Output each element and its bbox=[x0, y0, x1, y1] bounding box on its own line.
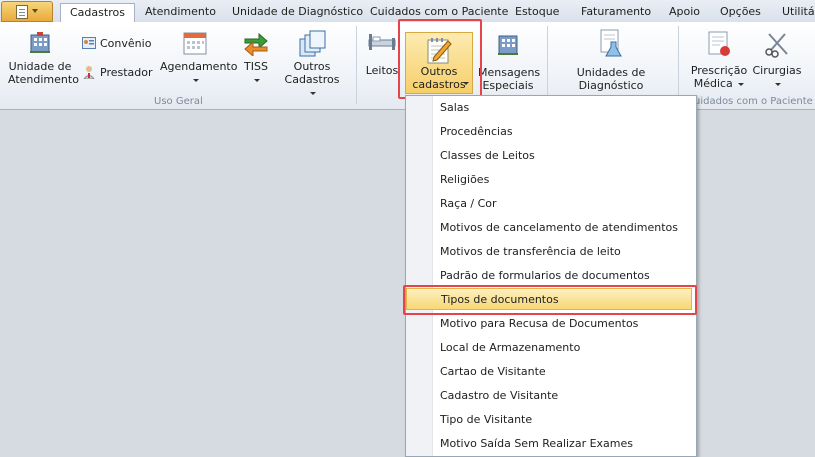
bed-icon bbox=[368, 34, 396, 50]
tab-faturamento[interactable]: Faturamento bbox=[581, 3, 651, 21]
tab-apoio[interactable]: Apoio bbox=[669, 3, 700, 21]
tiss-label: TISS bbox=[244, 60, 268, 73]
menu-item-classes-leitos[interactable]: Classes de Leitos bbox=[440, 145, 535, 167]
tab-cadastros[interactable]: Cadastros bbox=[60, 3, 135, 23]
unidades-diagnostico-label-1: Unidades de bbox=[576, 66, 646, 79]
building-icon bbox=[498, 35, 518, 55]
tab-estoque[interactable]: Estoque bbox=[515, 3, 559, 21]
stacked-windows-icon bbox=[299, 30, 326, 57]
menu-item-motivos-cancelamento[interactable]: Motivos de cancelamento de atendimentos bbox=[440, 217, 678, 239]
id-card-icon bbox=[82, 37, 96, 49]
prescricao-medica-label-1: Prescrição bbox=[690, 64, 748, 77]
calendar-icon bbox=[183, 32, 207, 55]
unidade-atendimento-button[interactable]: Unidade de Atendimento bbox=[8, 30, 79, 86]
tab-atendimento[interactable]: Atendimento bbox=[145, 3, 216, 21]
mensagens-especiais-label-1: Mensagens bbox=[478, 66, 541, 79]
menu-icon-gutter bbox=[406, 96, 433, 456]
document-icon bbox=[16, 5, 28, 19]
mensagens-especiais-label-2: Especiais bbox=[482, 79, 534, 92]
menu-item-cadastro-visitante[interactable]: Cadastro de Visitante bbox=[440, 385, 558, 407]
prescricao-medica-button[interactable]: Prescrição Médica bbox=[690, 30, 748, 90]
menu-item-raca-cor[interactable]: Raça / Cor bbox=[440, 193, 497, 215]
chevron-down-icon bbox=[32, 9, 38, 13]
prescription-icon bbox=[708, 31, 730, 56]
group-separator bbox=[356, 26, 357, 104]
agendamento-label: Agendamento bbox=[160, 60, 238, 73]
group-label-cuidados-paciente: uidados com o Paciente bbox=[694, 96, 813, 107]
group-label-uso-geral: Uso Geral bbox=[154, 96, 203, 107]
tab-utilitarios[interactable]: Utilitár bbox=[782, 3, 815, 21]
chevron-down-icon bbox=[310, 91, 316, 95]
outros-cadastros-geral-label-2: Cadastros bbox=[284, 73, 340, 86]
outros-cadastros-geral-button[interactable]: Outros Cadastros bbox=[281, 30, 343, 99]
mensagens-especiais-button[interactable]: Mensagens Especiais bbox=[478, 30, 541, 92]
unidades-diagnostico-button[interactable]: Unidades de Diagnóstico bbox=[574, 28, 648, 105]
menu-item-motivo-recusa[interactable]: Motivo para Recusa de Documentos bbox=[440, 313, 638, 335]
leitos-button[interactable]: Leitos bbox=[364, 30, 400, 77]
menu-item-padrao-formularios[interactable]: Padrão de formularios de documentos bbox=[440, 265, 650, 287]
chevron-down-icon bbox=[738, 82, 745, 86]
menu-item-cartao-visitante[interactable]: Cartao de Visitante bbox=[440, 361, 546, 383]
prestador-button[interactable]: Prestador bbox=[82, 64, 153, 82]
exchange-arrows-icon bbox=[244, 32, 268, 56]
tiss-button[interactable]: TISS bbox=[240, 30, 272, 86]
prestador-label: Prestador bbox=[100, 66, 153, 79]
menu-item-procedencias[interactable]: Procedências bbox=[440, 121, 513, 143]
unidade-atendimento-label-2: Atendimento bbox=[8, 73, 79, 86]
convenio-label: Convênio bbox=[100, 37, 152, 50]
unidade-atendimento-label-1: Unidade de bbox=[8, 60, 72, 73]
chevron-down-icon bbox=[254, 78, 260, 82]
menu-item-salas[interactable]: Salas bbox=[440, 97, 469, 119]
tab-opcoes[interactable]: Opções bbox=[720, 3, 761, 21]
agendamento-button[interactable]: Agendamento bbox=[160, 30, 238, 86]
cirurgias-button[interactable]: Cirurgias bbox=[752, 30, 802, 90]
outros-cadastros-dropdown-menu: Salas Procedências Classes de Leitos Rel… bbox=[405, 95, 697, 457]
application-menu-button[interactable] bbox=[1, 1, 53, 22]
group-separator bbox=[547, 26, 548, 104]
menu-item-tipo-visitante[interactable]: Tipo de Visitante bbox=[440, 409, 532, 431]
doctor-icon bbox=[83, 66, 95, 80]
group-separator bbox=[678, 26, 679, 104]
surgical-tools-icon bbox=[765, 33, 788, 58]
convenio-button[interactable]: Convênio bbox=[82, 35, 151, 53]
menu-item-religioes[interactable]: Religiões bbox=[440, 169, 489, 191]
menu-item-motivos-transferencia[interactable]: Motivos de transferência de leito bbox=[440, 241, 621, 263]
prescricao-medica-label-2: Médica bbox=[690, 77, 748, 90]
chevron-down-icon bbox=[775, 82, 781, 86]
lab-flask-icon bbox=[600, 29, 622, 57]
unidades-diagnostico-label-2: Diagnóstico bbox=[578, 79, 644, 92]
highlight-outros-cadastros bbox=[398, 19, 482, 99]
leitos-label: Leitos bbox=[365, 64, 399, 77]
cirurgias-label: Cirurgias bbox=[752, 64, 802, 77]
building-icon bbox=[30, 32, 50, 53]
outros-cadastros-geral-label-1: Outros bbox=[293, 60, 331, 73]
chevron-down-icon bbox=[193, 78, 199, 82]
highlight-tipos-documentos bbox=[403, 285, 697, 315]
menu-item-motivo-saida[interactable]: Motivo Saída Sem Realizar Exames bbox=[440, 433, 633, 455]
menu-item-local-armazenamento[interactable]: Local de Armazenamento bbox=[440, 337, 580, 359]
tab-unidade-diagnostico[interactable]: Unidade de Diagnóstico bbox=[232, 3, 363, 21]
